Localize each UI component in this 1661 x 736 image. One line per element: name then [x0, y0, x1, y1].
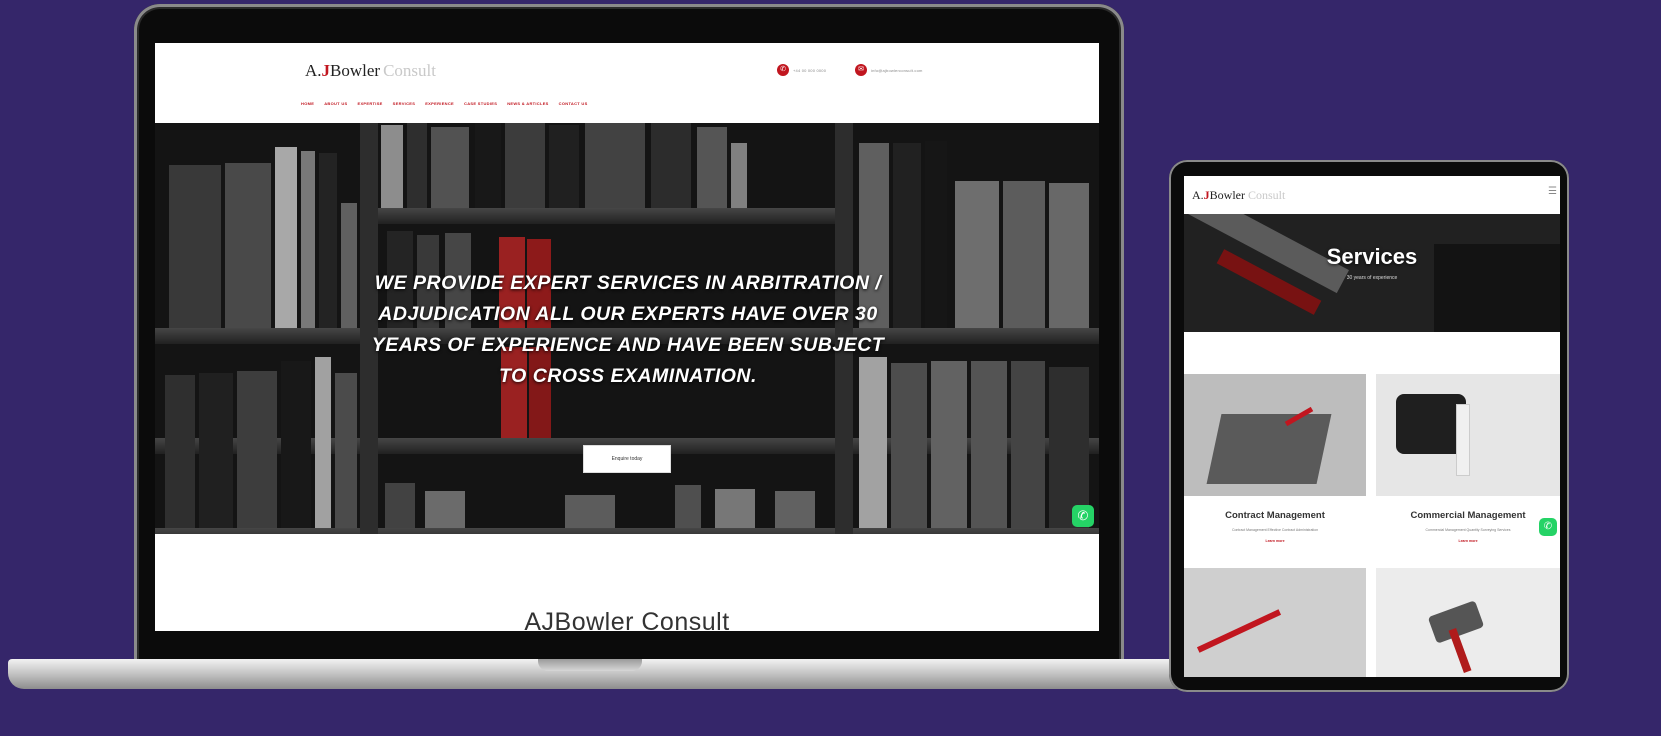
nav-services[interactable]: SERVICES [393, 101, 416, 106]
logo-a: A. [1192, 188, 1204, 202]
site-header: A.JBowler Consult ✆ +44 00 000 0000 ✉ inf… [155, 43, 1099, 123]
logo-a: A. [305, 61, 322, 80]
menu-icon[interactable]: ☰ [1548, 186, 1557, 197]
phone-contact[interactable]: ✆ +44 00 000 0000 [777, 64, 826, 76]
logo-bowler: Bowler [330, 61, 381, 80]
whatsapp-icon[interactable]: ✆ [1539, 518, 1557, 536]
phone-number: +44 00 000 0000 [793, 67, 827, 73]
commercial-management-image[interactable] [1376, 374, 1560, 496]
contract-management-image[interactable] [1184, 374, 1366, 496]
contract-management-title[interactable]: Contract Management [1184, 510, 1366, 521]
hero-headline: WE PROVIDE EXPERT SERVICES IN ARBITRATIO… [371, 272, 885, 387]
commercial-management-link[interactable]: Learn more [1376, 539, 1560, 543]
email-icon: ✉ [855, 64, 867, 76]
laptop-graphic [1206, 414, 1332, 484]
service-image-4[interactable] [1376, 568, 1560, 677]
laptop-notch [538, 659, 642, 671]
nav-case-studies[interactable]: CASE STUDIES [464, 101, 497, 106]
services-subtitle: 30 years of experience [1346, 275, 1398, 281]
section-heading: AJBowler Consult [524, 608, 730, 631]
service-image-3[interactable] [1184, 568, 1366, 677]
hero-banner: WE PROVIDE EXPERT SERVICES IN ARBITRATIO… [155, 123, 1099, 534]
pen-graphic [1196, 609, 1282, 653]
logo-bowler: Bowler [1209, 188, 1245, 202]
commercial-management-desc: Commercial Management Quantity Surveying… [1425, 528, 1511, 532]
hero-overlay [1184, 214, 1560, 332]
nav-news-articles[interactable]: NEWS & ARTICLES [507, 101, 548, 106]
nav-home[interactable]: HOME [301, 101, 314, 106]
services-title: Services [1326, 244, 1418, 269]
email-contact[interactable]: ✉ info@ajbowlerconsult.com [855, 64, 923, 76]
commercial-management-title[interactable]: Commercial Management [1376, 510, 1560, 521]
logo-consult: Consult [383, 61, 436, 80]
tablet-screen: A.JBowler Consult ☰ Services 30 years of … [1184, 176, 1560, 677]
laptop-screen: A.JBowler Consult ✆ +44 00 000 0000 ✉ inf… [155, 43, 1099, 631]
nav-experience[interactable]: EXPERIENCE [425, 101, 454, 106]
nav-expertise[interactable]: EXPERTISE [358, 101, 383, 106]
tape-graphic [1456, 404, 1470, 476]
logo-consult: Consult [1248, 188, 1286, 202]
main-nav: HOME ABOUT US EXPERTISE SERVICES EXPERIE… [301, 101, 588, 106]
site-logo[interactable]: A.JBowler Consult [305, 61, 436, 81]
whatsapp-icon[interactable]: ✆ [1072, 505, 1094, 527]
nav-about-us[interactable]: ABOUT US [324, 101, 347, 106]
services-hero: Services 30 years of experience [1184, 214, 1560, 332]
email-address: info@ajbowlerconsult.com [871, 67, 923, 73]
enquire-today-button[interactable]: Enquire today [583, 445, 671, 473]
tablet-site-logo[interactable]: A.JBowler Consult [1192, 188, 1285, 203]
phone-icon: ✆ [777, 64, 789, 76]
contract-management-desc: Contract Management Effective Contract A… [1231, 528, 1319, 532]
contract-management-link[interactable]: Learn more [1184, 539, 1366, 543]
nav-contact-us[interactable]: CONTACT US [559, 101, 588, 106]
logo-j: J [321, 61, 331, 80]
